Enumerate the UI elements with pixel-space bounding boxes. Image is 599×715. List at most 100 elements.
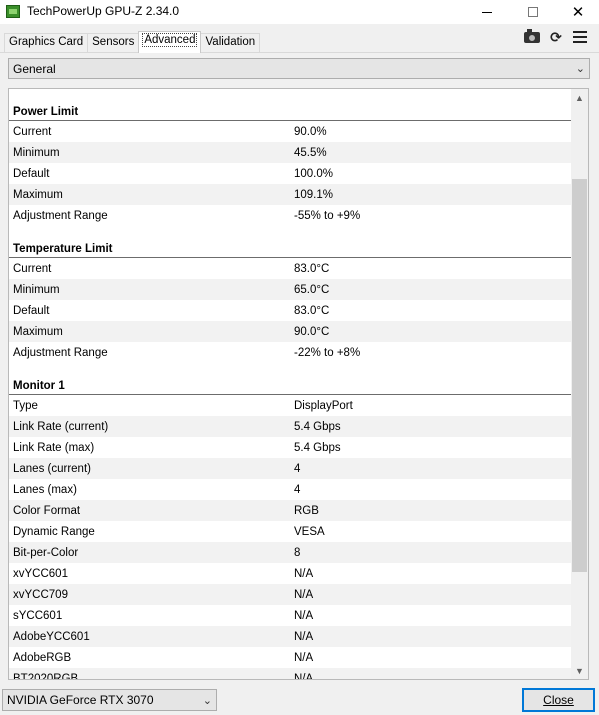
info-row-value: RGB	[294, 504, 319, 517]
chevron-down-icon: ⌄	[575, 63, 585, 75]
tab-advanced[interactable]: Advanced	[138, 31, 202, 53]
tab-label: Sensors	[92, 36, 135, 48]
info-row-label: Minimum	[13, 283, 60, 296]
info-row-label: Type	[13, 399, 38, 412]
info-row-value: 83.0°C	[294, 262, 330, 275]
close-button-label: Close	[543, 693, 574, 707]
tab-graphics-card[interactable]: Graphics Card	[4, 33, 89, 53]
vertical-scrollbar[interactable]: ▲ ▼	[571, 89, 588, 679]
section-header: Temperature Limit	[9, 226, 572, 258]
info-row-value: 100.0%	[294, 167, 334, 180]
info-row-label: Current	[13, 262, 52, 275]
info-row: Color Format RGB	[9, 500, 572, 521]
info-row: Adjustment Range -55% to +9%	[9, 205, 572, 226]
info-row: Minimum 65.0°C	[9, 279, 572, 300]
info-row-label: xvYCC709	[13, 588, 68, 601]
tab-label: Graphics Card	[9, 36, 84, 48]
info-row-label: Link Rate (max)	[13, 441, 95, 454]
info-row: AdobeYCC601 N/A	[9, 626, 572, 647]
info-row-value: N/A	[294, 609, 314, 622]
info-row: Maximum 109.1%	[9, 184, 572, 205]
info-row-label: Default	[13, 167, 50, 180]
minimize-icon	[482, 11, 492, 13]
info-row-label: Adjustment Range	[13, 209, 108, 222]
screenshot-button[interactable]	[524, 28, 540, 44]
info-row-value: N/A	[294, 588, 314, 601]
category-dropdown[interactable]: General ⌄	[8, 58, 590, 79]
info-row: AdobeRGB N/A	[9, 647, 572, 668]
info-row: Link Rate (current) 5.4 Gbps	[9, 416, 572, 437]
menu-button[interactable]	[572, 30, 588, 44]
info-row-label: Maximum	[13, 325, 63, 338]
info-row-label: Minimum	[13, 146, 60, 159]
category-dropdown-value: General	[13, 61, 56, 76]
info-row-value: 90.0%	[294, 125, 327, 138]
title-bar: TechPowerUp GPU-Z 2.34.0 ✕	[0, 0, 599, 24]
tab-label: Validation	[205, 36, 256, 48]
refresh-icon: ⟳	[550, 28, 562, 45]
info-row-label: sYCC601	[13, 609, 63, 622]
info-row-value: DisplayPort	[294, 399, 353, 412]
info-row-value: 4	[294, 483, 301, 496]
info-row: BT2020RGB N/A	[9, 668, 572, 680]
info-row-value: 65.0°C	[294, 283, 330, 296]
info-row: xvYCC709 N/A	[9, 584, 572, 605]
close-window-button[interactable]: ✕	[555, 0, 599, 24]
info-row-label: Maximum	[13, 188, 63, 201]
info-row-label: Dynamic Range	[13, 525, 95, 538]
tab-bar: Graphics Card Sensors Advanced Validation	[4, 31, 261, 53]
tab-validation[interactable]: Validation	[200, 33, 261, 53]
info-row-label: Bit-per-Color	[13, 546, 79, 559]
info-row: Dynamic Range VESA	[9, 521, 572, 542]
camera-icon	[524, 28, 540, 43]
info-row: xvYCC601 N/A	[9, 563, 572, 584]
info-row-value: 5.4 Gbps	[294, 441, 341, 454]
info-row-label: xvYCC601	[13, 567, 68, 580]
info-row-value: 4	[294, 462, 301, 475]
info-row-value: 8	[294, 546, 301, 559]
info-row: Type DisplayPort	[9, 395, 572, 416]
advanced-info-panel[interactable]: Power Limit Current 90.0% Minimum 45.5% Defau…	[8, 88, 589, 680]
info-row-label: BT2020RGB	[13, 672, 79, 680]
gpu-selector-dropdown[interactable]: NVIDIA GeForce RTX 3070 ⌄	[2, 689, 217, 711]
info-row-value: -22% to +8%	[294, 346, 361, 359]
info-rows: Power Limit Current 90.0% Minimum 45.5% Defau…	[9, 89, 572, 680]
refresh-button[interactable]: ⟳	[548, 28, 564, 45]
info-row-value: 45.5%	[294, 146, 327, 159]
tab-divider	[0, 52, 599, 53]
tab-label: Advanced	[142, 33, 198, 47]
section-header: Power Limit	[9, 89, 572, 121]
info-row: Minimum 45.5%	[9, 142, 572, 163]
toolbar: ⟳	[524, 28, 588, 45]
scroll-up-arrow-icon[interactable]: ▲	[571, 89, 588, 106]
info-row: sYCC601 N/A	[9, 605, 572, 626]
scrollbar-thumb[interactable]	[572, 179, 587, 572]
info-row-value: 5.4 Gbps	[294, 420, 341, 433]
tab-sensors[interactable]: Sensors	[87, 33, 140, 53]
info-row-label: Lanes (current)	[13, 462, 91, 475]
close-button[interactable]: Close	[522, 688, 595, 712]
info-row: Default 83.0°C	[9, 300, 572, 321]
minimize-button[interactable]	[464, 0, 510, 24]
gpu-z-logo-icon	[6, 5, 20, 18]
info-row-label: Lanes (max)	[13, 483, 77, 496]
maximize-icon	[528, 7, 538, 17]
info-row-label: Adjustment Range	[13, 346, 108, 359]
info-row-value: N/A	[294, 651, 314, 664]
info-row-label: Color Format	[13, 504, 81, 517]
info-row-label: Default	[13, 304, 50, 317]
info-row: Lanes (current) 4	[9, 458, 572, 479]
chevron-down-icon: ⌄	[202, 695, 212, 707]
scroll-down-arrow-icon[interactable]: ▼	[571, 662, 588, 679]
info-row: Adjustment Range -22% to +8%	[9, 342, 572, 363]
info-row-value: -55% to +9%	[294, 209, 361, 222]
maximize-button[interactable]	[510, 0, 556, 24]
info-row-value: 83.0°C	[294, 304, 330, 317]
info-row: Link Rate (max) 5.4 Gbps	[9, 437, 572, 458]
menu-icon	[573, 31, 587, 43]
info-row-value: 109.1%	[294, 188, 334, 201]
info-row: Lanes (max) 4	[9, 479, 572, 500]
info-row-value: N/A	[294, 630, 314, 643]
gpu-selector-value: NVIDIA GeForce RTX 3070	[7, 693, 154, 707]
info-row: Current 90.0%	[9, 121, 572, 142]
